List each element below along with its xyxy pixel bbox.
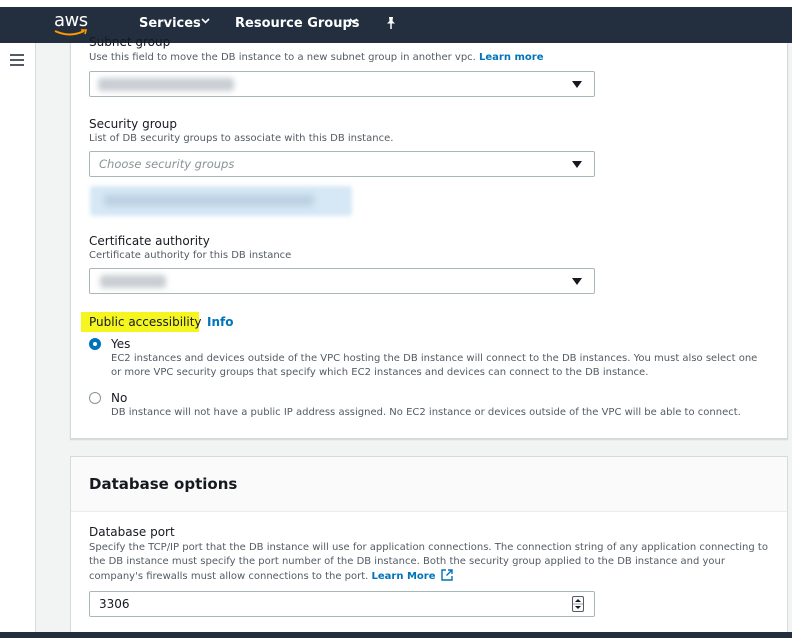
selected-security-group-token[interactable] — [90, 186, 352, 216]
public-access-no-label[interactable]: No — [111, 391, 127, 405]
redacted-certificate-value — [100, 275, 166, 288]
certificate-authority-select[interactable] — [89, 268, 595, 294]
database-options-header: Database options — [71, 457, 787, 512]
public-accessibility-info-link[interactable]: Info — [207, 315, 233, 329]
security-group-label: Security group — [89, 117, 177, 131]
caret-down-icon — [572, 278, 582, 285]
security-group-placeholder: Choose security groups — [99, 157, 235, 171]
caret-down-icon — [572, 81, 582, 88]
security-group-description: List of DB security groups to associate … — [89, 133, 394, 144]
redacted-subnet-value — [98, 78, 234, 91]
bottom-edge-strip — [0, 632, 792, 638]
left-sidebar-rail — [0, 43, 36, 638]
subnet-learn-more-link[interactable]: Learn more — [479, 52, 543, 63]
topbar-overlap-mask — [70, 0, 788, 43]
caret-down-icon — [572, 161, 582, 168]
spinner-arrows-icon[interactable] — [572, 596, 584, 612]
subnet-group-description: Use this field to move the DB instance t… — [89, 52, 544, 63]
public-access-no-radio[interactable] — [89, 392, 101, 404]
public-access-no-description: DB instance will not have a public IP ad… — [111, 407, 741, 418]
database-options-title: Database options — [89, 475, 238, 493]
hamburger-menu-icon[interactable] — [10, 54, 24, 66]
port-learn-more-link[interactable]: Learn More — [372, 571, 436, 582]
certificate-authority-label: Certificate authority — [89, 234, 210, 248]
security-group-select[interactable]: Choose security groups — [89, 151, 595, 177]
port-spinner-control[interactable] — [572, 596, 584, 612]
public-access-yes-label[interactable]: Yes — [111, 337, 130, 351]
public-accessibility-label: Public accessibility — [89, 315, 202, 329]
database-port-value: 3306 — [99, 597, 130, 611]
database-port-label: Database port — [89, 525, 175, 539]
public-access-yes-radio[interactable] — [89, 338, 101, 350]
database-port-input[interactable]: 3306 — [89, 591, 595, 617]
certificate-authority-description: Certificate authority for this DB instan… — [89, 250, 292, 261]
database-port-description: Specify the TCP/IP port that the DB inst… — [89, 542, 768, 582]
redacted-security-group-value — [104, 195, 314, 206]
subnet-group-select[interactable] — [89, 71, 595, 97]
external-link-icon[interactable] — [441, 569, 453, 581]
public-access-yes-description: EC2 instances and devices outside of the… — [111, 353, 758, 378]
